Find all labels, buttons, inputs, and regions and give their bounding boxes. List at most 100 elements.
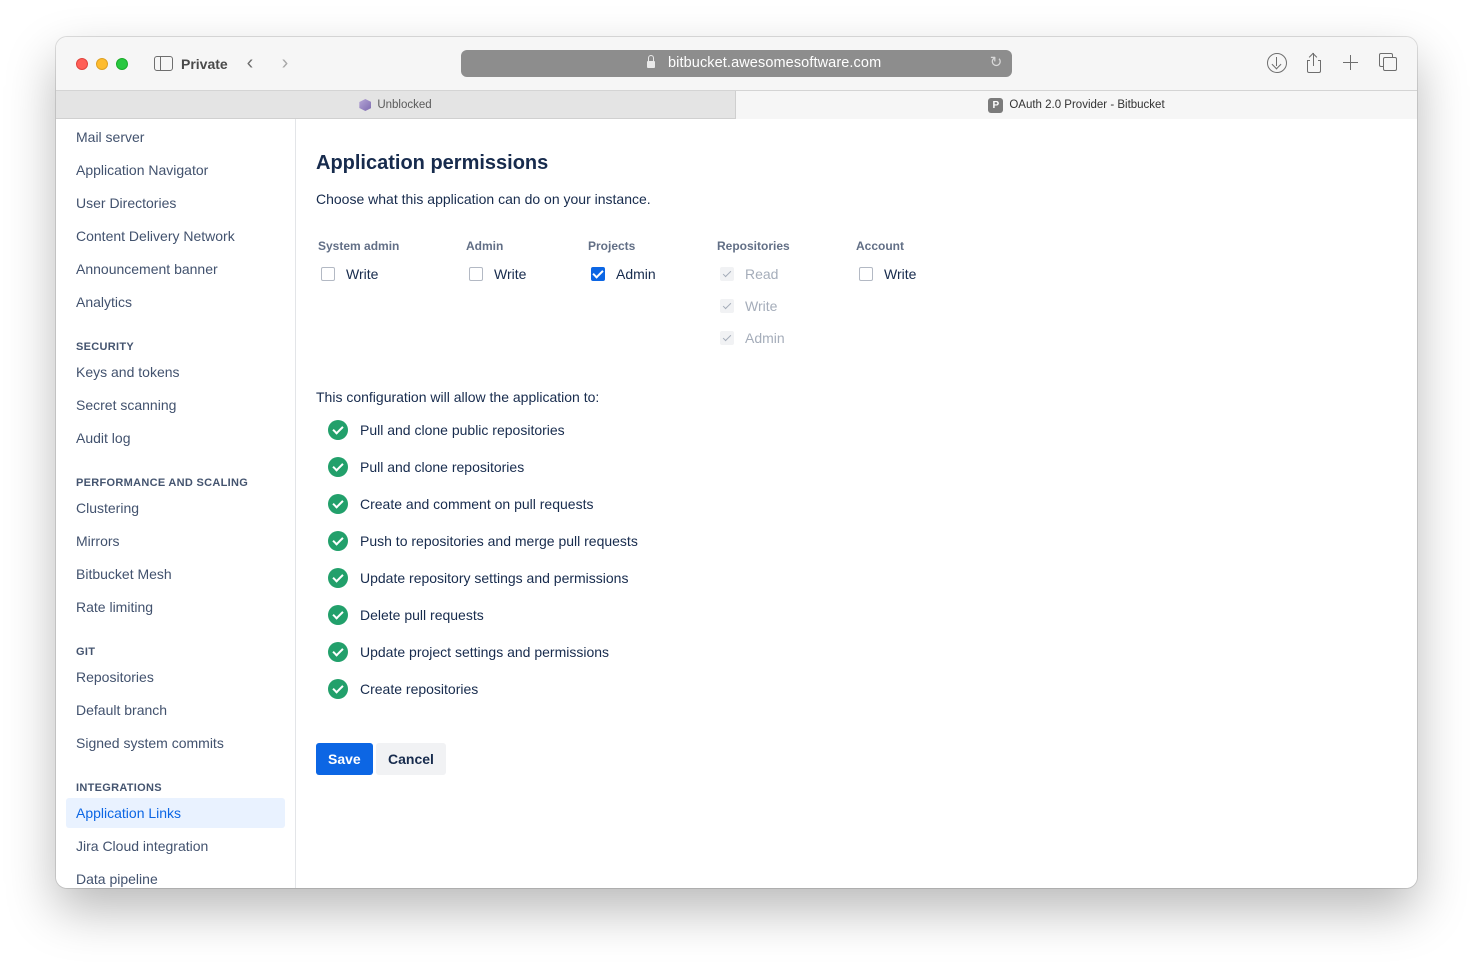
minimize-window-button[interactable] xyxy=(96,58,108,70)
tab-title: OAuth 2.0 Provider - Bitbucket xyxy=(1009,99,1165,111)
sidebar-item-analytics[interactable]: Analytics xyxy=(66,287,285,317)
allowed-action-text: Create and comment on pull requests xyxy=(360,496,594,512)
zoom-window-button[interactable] xyxy=(116,58,128,70)
permission-group-heading: System admin xyxy=(318,239,400,253)
close-window-button[interactable] xyxy=(76,58,88,70)
sidebar-item-application-navigator[interactable]: Application Navigator xyxy=(66,155,285,185)
sidebar-item-clustering[interactable]: Clustering xyxy=(66,493,285,523)
allowed-action: Delete pull requests xyxy=(328,604,484,626)
share-icon[interactable] xyxy=(1305,52,1325,73)
allowed-actions-title: This configuration will allow the applic… xyxy=(316,389,600,405)
repositories-write-checkbox xyxy=(720,299,734,313)
sidebar-heading-performance: PERFORMANCE AND SCALING xyxy=(76,477,249,489)
check-circle-icon xyxy=(328,457,348,477)
permission-option-label: Write xyxy=(494,266,527,282)
allowed-action-text: Pull and clone repositories xyxy=(360,459,525,475)
permission-option[interactable]: Admin xyxy=(586,258,656,290)
permission-option-label: Write xyxy=(884,266,917,282)
sidebar-heading-integrations: INTEGRATIONS xyxy=(76,782,162,794)
back-button[interactable]: ‹ xyxy=(239,51,261,75)
check-circle-icon xyxy=(328,642,348,662)
tab-oauth-provider[interactable]: P OAuth 2.0 Provider - Bitbucket xyxy=(736,91,1417,119)
check-circle-icon xyxy=(328,494,348,514)
sidebar-item-mirrors[interactable]: Mirrors xyxy=(66,526,285,556)
check-circle-icon xyxy=(328,568,348,588)
forward-button[interactable]: › xyxy=(274,51,296,75)
sidebar-heading-git: GIT xyxy=(76,646,96,658)
permission-group-admin: Admin Write xyxy=(464,239,526,290)
tab-title: Unblocked xyxy=(377,99,432,111)
browser-toolbar: Private ‹ › bitbucket.awesomesoftware.co… xyxy=(56,37,1417,90)
permission-option[interactable]: Write xyxy=(316,258,399,290)
sidebar-item-default-branch[interactable]: Default branch xyxy=(66,695,285,725)
reload-icon[interactable]: ↻ xyxy=(988,54,1004,72)
permission-option[interactable]: Write xyxy=(854,258,916,290)
sidebar-item-repositories[interactable]: Repositories xyxy=(66,662,285,692)
address-bar[interactable]: bitbucket.awesomesoftware.com ↻ xyxy=(461,50,1012,77)
allowed-action-text: Push to repositories and merge pull requ… xyxy=(360,533,638,549)
sidebar-item-audit-log[interactable]: Audit log xyxy=(66,423,285,453)
allowed-action: Push to repositories and merge pull requ… xyxy=(328,530,638,552)
permission-option: Admin xyxy=(715,322,790,354)
sidebar-item-jira-cloud-integration[interactable]: Jira Cloud integration xyxy=(66,831,285,861)
private-browsing-label: Private xyxy=(181,56,228,72)
sidebar-item-secret-scanning[interactable]: Secret scanning xyxy=(66,390,285,420)
browser-window: Private ‹ › bitbucket.awesomesoftware.co… xyxy=(56,37,1417,888)
permission-group-account: Account Write xyxy=(854,239,916,290)
allowed-action-text: Create repositories xyxy=(360,681,479,697)
sidebar-item-rate-limiting[interactable]: Rate limiting xyxy=(66,592,285,622)
system-admin-write-checkbox[interactable] xyxy=(321,267,335,281)
lock-icon xyxy=(647,55,655,69)
downloads-icon[interactable] xyxy=(1267,53,1287,73)
projects-admin-checkbox[interactable] xyxy=(591,267,605,281)
allowed-action-text: Update repository settings and permissio… xyxy=(360,570,629,586)
sidebar-item-application-links[interactable]: Application Links xyxy=(66,798,285,828)
cube-favicon-icon xyxy=(359,99,372,111)
permission-group-repositories: Repositories Read Write Admin xyxy=(715,239,790,354)
admin-write-checkbox[interactable] xyxy=(469,267,483,281)
check-circle-icon xyxy=(328,420,348,440)
admin-sidebar: Mail server Application Navigator User D… xyxy=(56,119,296,888)
permission-option: Read xyxy=(715,258,790,290)
permission-group-system-admin: System admin Write xyxy=(316,239,399,290)
sidebar-item-content-delivery-network[interactable]: Content Delivery Network xyxy=(66,221,285,251)
allowed-action: Pull and clone public repositories xyxy=(328,419,565,441)
account-write-checkbox[interactable] xyxy=(859,267,873,281)
sidebar-item-mail-server[interactable]: Mail server xyxy=(66,122,285,152)
sidebar-item-signed-system-commits[interactable]: Signed system commits xyxy=(66,728,285,758)
tab-bar: Unblocked P OAuth 2.0 Provider - Bitbuck… xyxy=(56,90,1417,119)
url-text: bitbucket.awesomesoftware.com xyxy=(668,55,882,71)
permission-option-label: Read xyxy=(745,266,779,282)
tab-overview-icon[interactable] xyxy=(1379,53,1399,73)
allowed-action: Pull and clone repositories xyxy=(328,456,524,478)
page-description: Choose what this application can do on y… xyxy=(316,191,651,207)
cancel-button[interactable]: Cancel xyxy=(376,743,446,775)
sidebar-item-bitbucket-mesh[interactable]: Bitbucket Mesh xyxy=(66,559,285,589)
p-favicon-icon: P xyxy=(988,97,1004,113)
permission-option-label: Admin xyxy=(745,330,785,346)
permission-option-label: Write xyxy=(745,298,778,314)
permission-option[interactable]: Write xyxy=(464,258,526,290)
permission-option-label: Admin xyxy=(616,266,656,282)
allowed-action: Update project settings and permissions xyxy=(328,641,609,663)
allowed-action-text: Pull and clone public repositories xyxy=(360,422,565,438)
sidebar-heading-security: SECURITY xyxy=(76,341,135,353)
permission-group-heading: Admin xyxy=(466,239,504,253)
page-title: Application permissions xyxy=(316,152,549,174)
save-button[interactable]: Save xyxy=(316,743,373,775)
allowed-action: Create repositories xyxy=(328,678,478,700)
check-circle-icon xyxy=(328,605,348,625)
allowed-action-text: Update project settings and permissions xyxy=(360,644,610,660)
permission-group-heading: Repositories xyxy=(717,239,790,253)
check-circle-icon xyxy=(328,531,348,551)
page-content: Mail server Application Navigator User D… xyxy=(56,119,1417,888)
sidebar-item-announcement-banner[interactable]: Announcement banner xyxy=(66,254,285,284)
sidebar-toggle-icon[interactable] xyxy=(154,56,173,71)
sidebar-item-keys-and-tokens[interactable]: Keys and tokens xyxy=(66,357,285,387)
sidebar-item-data-pipeline[interactable]: Data pipeline xyxy=(66,864,285,888)
sidebar-item-user-directories[interactable]: User Directories xyxy=(66,188,285,218)
permission-option: Write xyxy=(715,290,790,322)
allowed-action-text: Delete pull requests xyxy=(360,607,484,623)
new-tab-icon[interactable] xyxy=(1341,53,1361,73)
tab-unblocked[interactable]: Unblocked xyxy=(56,91,736,119)
